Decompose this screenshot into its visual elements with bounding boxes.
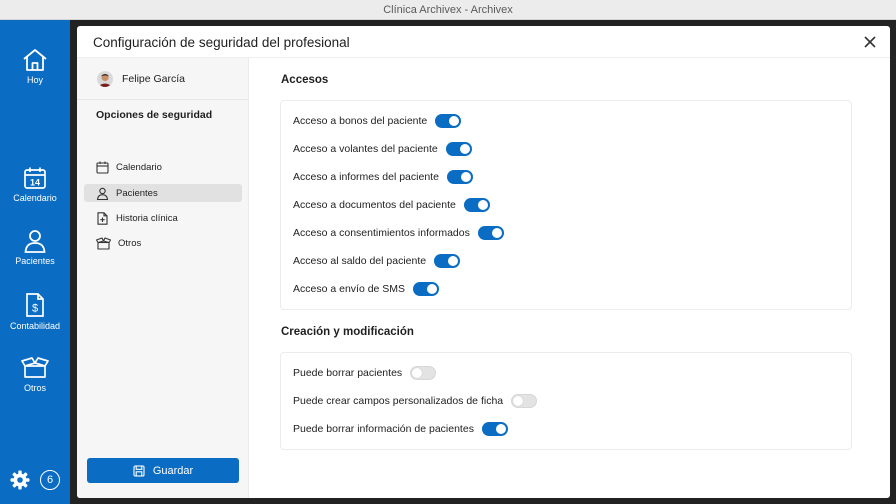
nav-label-hoy: Hoy [26, 75, 43, 85]
nav-item-pacientes[interactable]: Pacientes [0, 229, 70, 266]
nav-item-hoy[interactable]: Hoy [0, 48, 70, 85]
dialog-title: Configuración de seguridad del profesion… [93, 35, 350, 50]
toggle-switch[interactable] [463, 198, 490, 212]
nav-label-otros: Otros [23, 383, 46, 393]
setting-label: Acceso a documentos del paciente [293, 199, 456, 211]
person-icon [96, 187, 109, 200]
setting-row: Acceso a volantes del paciente [293, 142, 472, 156]
save-button[interactable]: Guardar [87, 458, 239, 483]
setting-label: Puede crear campos personalizados de fic… [293, 395, 504, 407]
security-options-sidebar: Felipe García Opciones de seguridad Cale… [77, 58, 249, 498]
sidebar-item-label: Pacientes [116, 187, 158, 199]
setting-row: Puede crear campos personalizados de fic… [293, 394, 538, 408]
group-title-accesos: Accesos [281, 74, 329, 86]
setting-row: Puede borrar información de pacientes [293, 422, 508, 436]
security-settings-dialog: Configuración de seguridad del profesion… [77, 26, 890, 498]
security-options-heading: Opciones de seguridad [96, 109, 213, 121]
document-icon [97, 211, 108, 225]
toggle-switch[interactable] [477, 226, 504, 240]
setting-row: Acceso a informes del paciente [293, 170, 473, 184]
setting-row: Acceso al saldo del paciente [293, 254, 461, 268]
nav-label-pacientes: Pacientes [15, 256, 55, 266]
toggle-switch[interactable] [511, 394, 538, 408]
nav-label-contabilidad: Contabilidad [9, 321, 61, 331]
sidebar-item-otros[interactable]: Otros [84, 234, 242, 252]
save-icon [133, 464, 145, 477]
setting-label: Acceso a consentimientos informados [293, 227, 470, 239]
sidebar-item-label: Calendario [116, 161, 162, 173]
toggle-switch[interactable] [435, 114, 462, 128]
setting-label: Puede borrar pacientes [293, 367, 403, 379]
access-settings-card: Acceso a bonos del paciente Acceso a vol… [280, 100, 852, 310]
app-sidebar: Hoy 14 Calendario Pacientes $ Contabilid… [0, 20, 70, 504]
nav-item-otros[interactable]: Otros [0, 356, 70, 393]
box-icon [21, 357, 49, 378]
sidebar-item-label: Historia clínica [116, 212, 178, 224]
setting-label: Acceso a informes del paciente [293, 171, 439, 183]
person-icon [24, 230, 46, 253]
nav-item-calendario[interactable]: 14 Calendario [0, 166, 70, 203]
setting-row: Puede borrar pacientes [293, 366, 437, 380]
setting-row: Acceso a envío de SMS [293, 282, 440, 296]
toggle-switch[interactable] [434, 254, 461, 268]
calendar-icon [96, 161, 109, 174]
svg-text:$: $ [32, 303, 38, 315]
nav-label-calendario: Calendario [13, 193, 57, 203]
toggle-switch[interactable] [413, 282, 440, 296]
sidebar-item-label: Otros [118, 237, 142, 249]
setting-label: Puede borrar información de pacientes [293, 423, 474, 435]
calendar-icon: 14 [24, 167, 46, 189]
gear-icon[interactable] [10, 470, 30, 490]
window-titlebar: Clínica Archivex - Archivex [0, 0, 896, 20]
toggle-switch[interactable] [445, 142, 472, 156]
sidebar-item-historia-clinica[interactable]: Historia clínica [84, 209, 242, 227]
nav-footer: 6 [0, 470, 70, 490]
toggle-switch[interactable] [446, 170, 473, 184]
sidebar-item-calendario[interactable]: Calendario [84, 158, 242, 176]
setting-label: Acceso a bonos del paciente [293, 115, 428, 127]
close-icon[interactable] [862, 34, 878, 50]
save-button-label: Guardar [152, 464, 194, 477]
setting-row: Acceso a documentos del paciente [293, 198, 490, 212]
nav-item-contabilidad[interactable]: $ Contabilidad [0, 292, 70, 331]
creation-settings-card: Puede borrar pacientes Puede crear campo… [280, 352, 852, 450]
box-icon [96, 236, 111, 250]
setting-label: Acceso a envío de SMS [293, 283, 406, 295]
setting-label: Acceso a volantes del paciente [293, 143, 438, 155]
invoice-icon: $ [26, 293, 44, 317]
dialog-header: Configuración de seguridad del profesion… [77, 26, 890, 58]
professional-user: Felipe García [77, 58, 249, 100]
setting-label: Acceso al saldo del paciente [293, 255, 427, 267]
home-icon [23, 49, 47, 71]
group-title-creacion: Creación y modificación [281, 326, 414, 338]
window-title: Clínica Archivex - Archivex [383, 3, 513, 16]
calendar-day-number: 14 [30, 178, 40, 188]
notification-count-badge[interactable]: 6 [40, 470, 60, 490]
toggle-switch[interactable] [410, 366, 437, 380]
user-name: Felipe García [122, 72, 186, 85]
setting-row: Acceso a consentimientos informados [293, 226, 504, 240]
avatar [97, 70, 113, 87]
sidebar-item-pacientes[interactable]: Pacientes [84, 184, 242, 202]
toggle-switch[interactable] [481, 422, 508, 436]
security-settings-content: Accesos Acceso a bonos del paciente Acce… [249, 58, 890, 498]
setting-row: Acceso a bonos del paciente [293, 114, 462, 128]
